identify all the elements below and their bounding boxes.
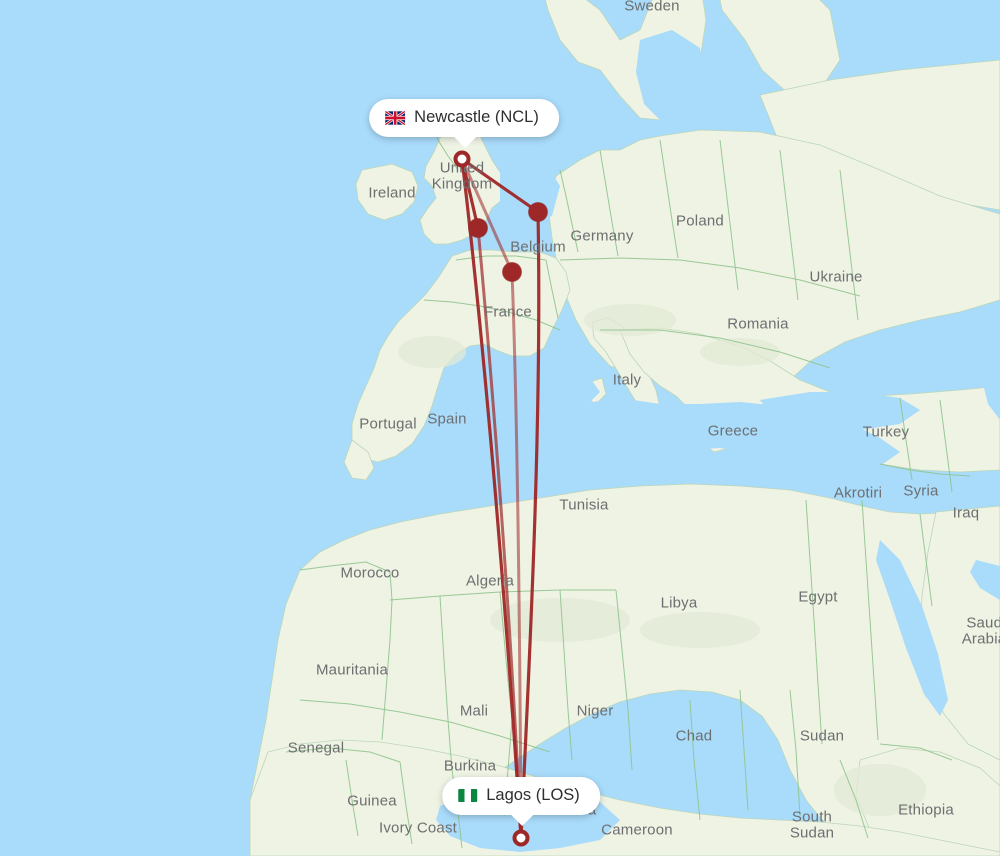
origin-airport-marker[interactable] <box>453 150 471 168</box>
destination-airport-label: Lagos (LOS) <box>486 786 580 804</box>
flight-route-map[interactable]: Sweden Ireland United Kingdom Poland Germany B… <box>0 0 1000 856</box>
destination-airport-marker[interactable] <box>512 829 530 847</box>
origin-airport-tooltip[interactable]: Newcastle (NCL) <box>369 99 559 148</box>
origin-airport-label: Newcastle (NCL) <box>414 108 539 126</box>
destination-airport-tooltip[interactable]: Lagos (LOS) <box>442 777 600 826</box>
flag-ng-icon <box>458 789 478 802</box>
route-stop-marker[interactable] <box>528 202 548 222</box>
route-stop-marker[interactable] <box>502 262 522 282</box>
route-stop-marker[interactable] <box>468 218 488 238</box>
flag-gb-icon <box>385 110 406 125</box>
